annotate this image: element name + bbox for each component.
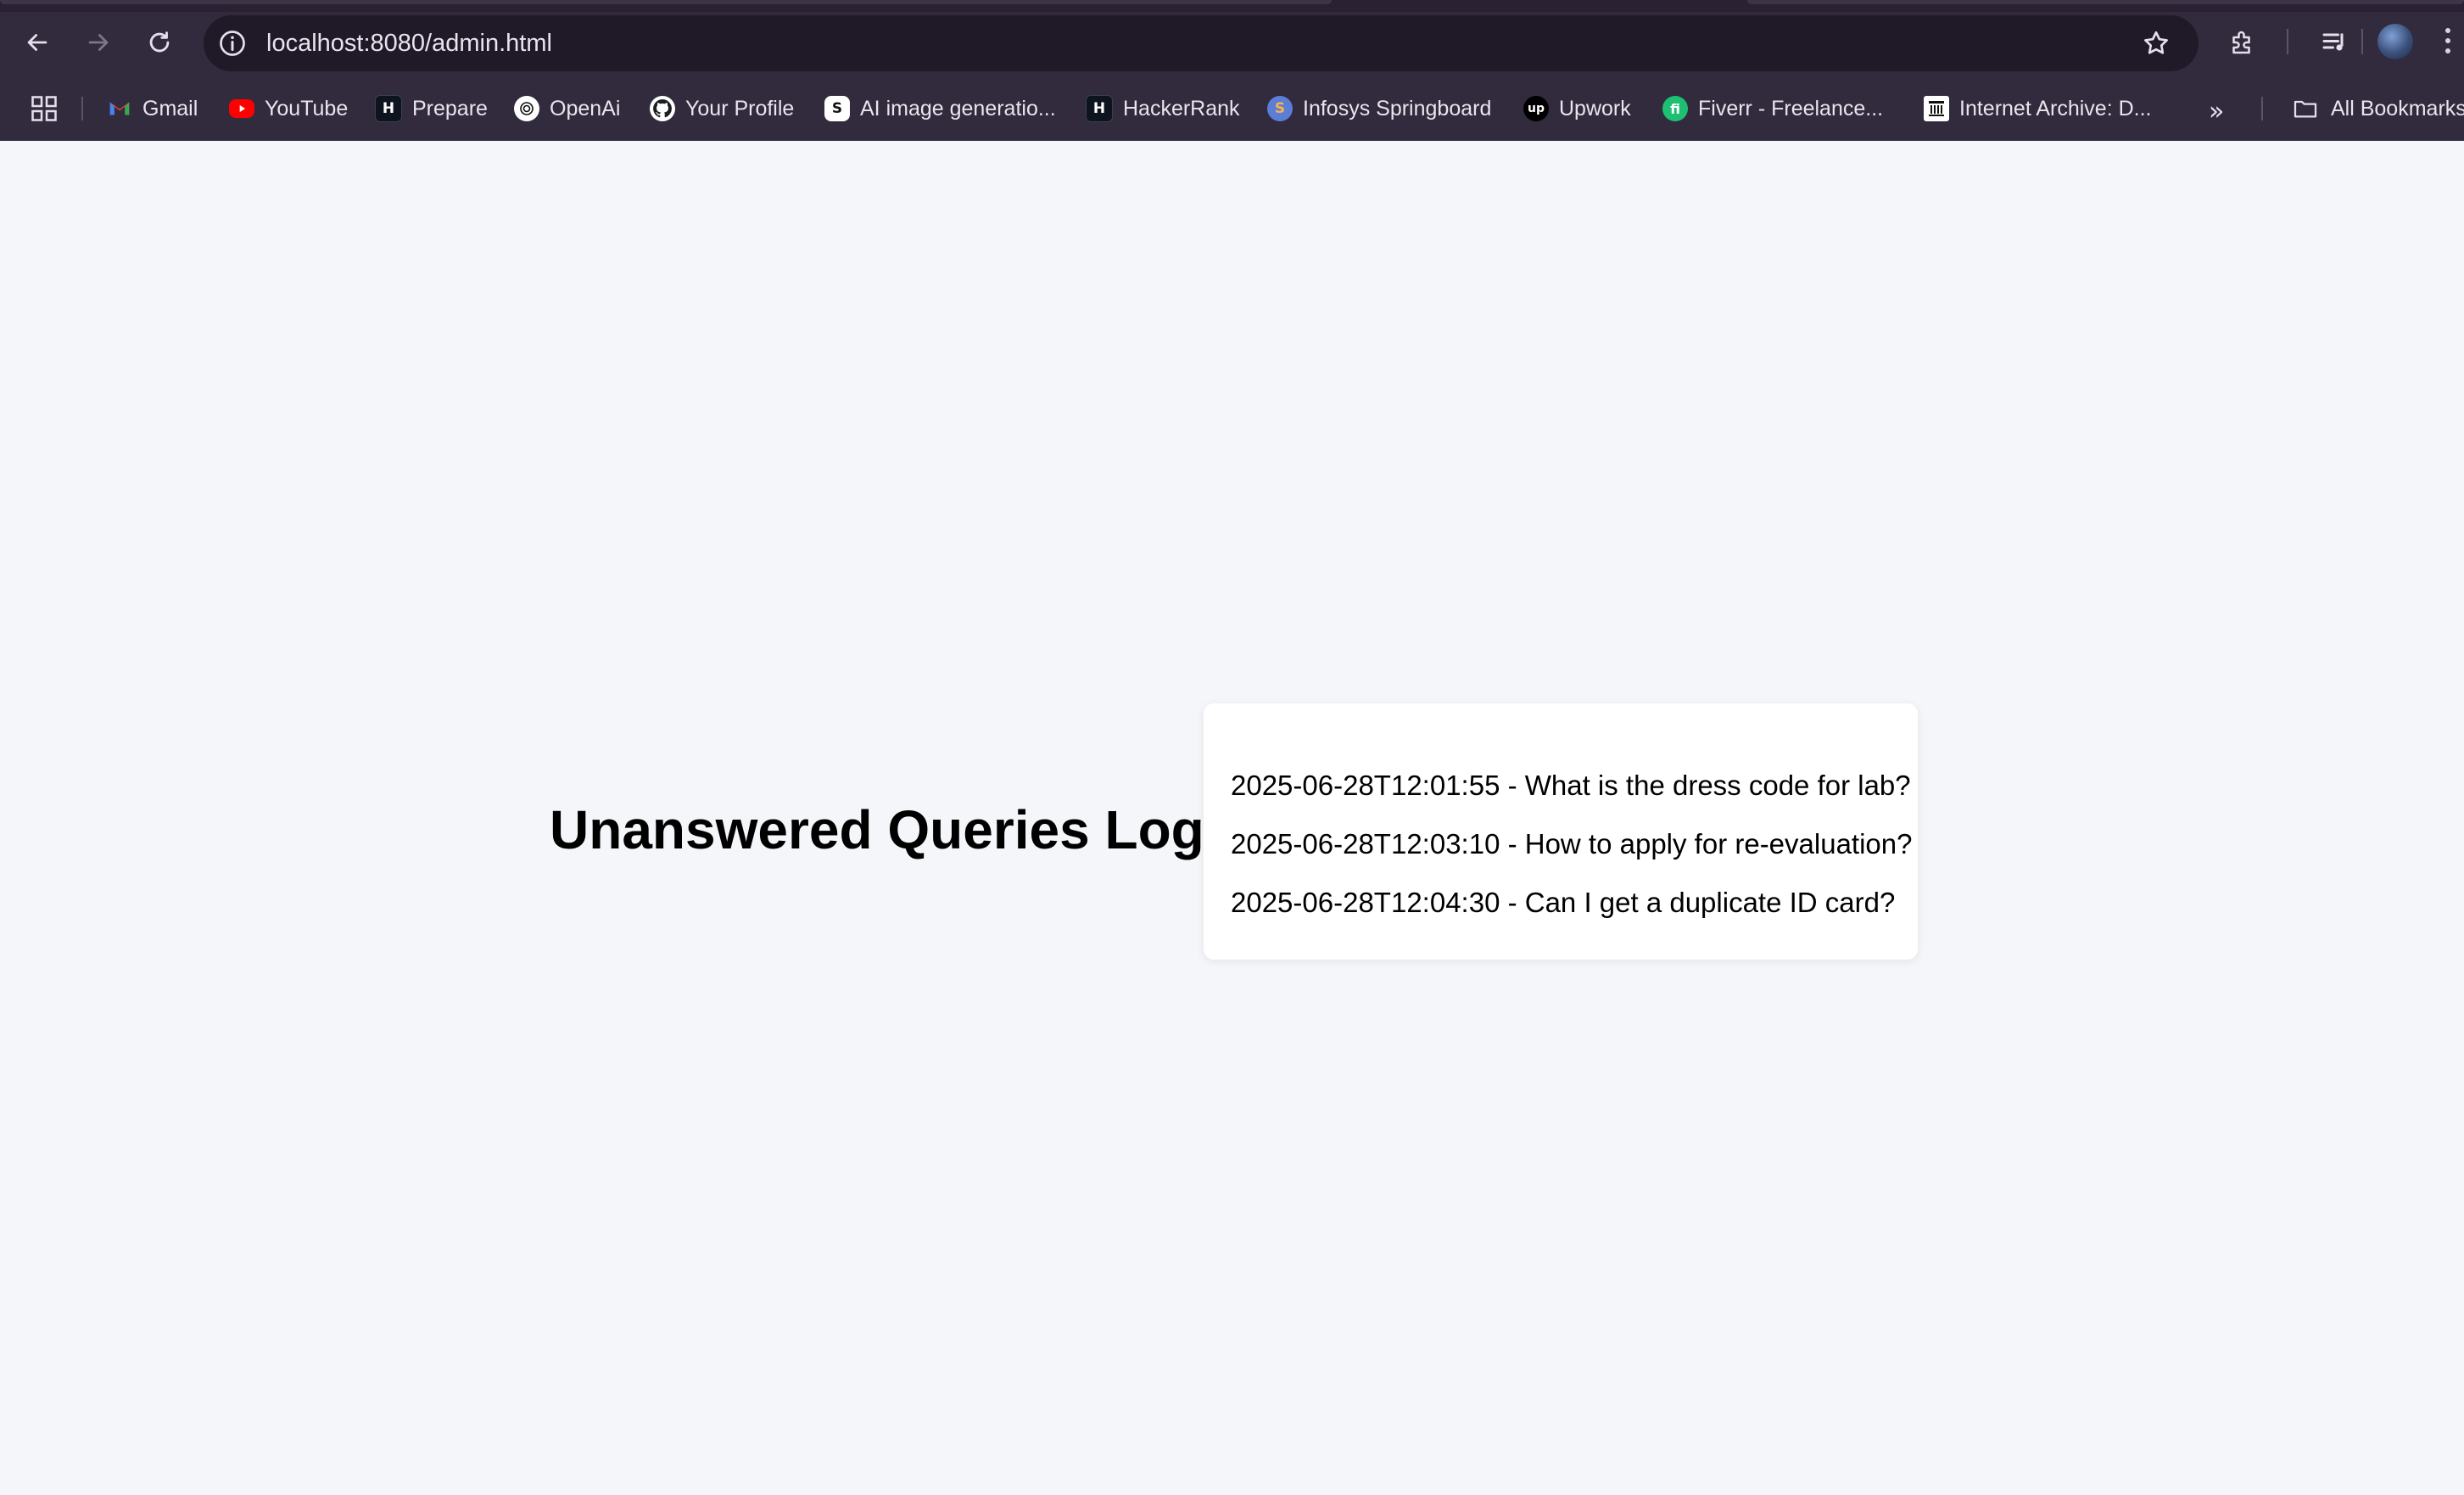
bookmark-label: YouTube (265, 96, 349, 120)
bookmark-label: Infosys Springboard (1303, 96, 1492, 120)
s-logo-icon: S (824, 96, 850, 121)
bookmark-label: Prepare (412, 96, 488, 120)
tab-strip (0, 0, 2464, 12)
media-controls-button[interactable] (2314, 22, 2355, 63)
bookmark-fiverr[interactable]: fi Fiverr - Freelance... (1662, 90, 1883, 127)
forward-button[interactable] (78, 22, 119, 63)
github-icon (650, 96, 675, 121)
hackerrank-icon: H (1086, 95, 1113, 122)
reload-button[interactable] (139, 22, 180, 63)
address-bar[interactable]: localhost:8080/admin.html (204, 15, 2199, 71)
query-log-entry: 2025-06-28T12:03:10 - How to apply for r… (1231, 828, 1913, 859)
bookmark-label: Gmail (142, 96, 198, 120)
bookmarks-divider (81, 97, 83, 120)
query-log-entry: 2025-06-28T12:04:30 - Can I get a duplic… (1231, 887, 1896, 918)
gmail-icon (107, 96, 132, 121)
upwork-icon: up (1523, 96, 1549, 121)
infosys-springboard-icon: S (1267, 96, 1293, 121)
bookmark-infosys-springboard[interactable]: S Infosys Springboard (1267, 90, 1491, 127)
puzzle-icon (2232, 31, 2250, 54)
queries-list: 2025-06-28T12:01:55 - What is the dress … (1231, 756, 1918, 932)
bookmark-gmail[interactable]: Gmail (107, 90, 198, 127)
more-bookmarks-button[interactable]: » (2209, 97, 2224, 126)
profile-avatar[interactable] (2377, 24, 2413, 59)
bookmark-label: HackerRank (1123, 96, 1240, 120)
bookmark-your-profile[interactable]: Your Profile (650, 90, 794, 127)
bookmark-prepare[interactable]: H Prepare (375, 90, 488, 127)
back-arrow-icon (27, 34, 47, 51)
tab-inactive-indicator (1747, 0, 2464, 4)
bookmarks-bar: Gmail YouTube H Prepare OpenAi Your Prof… (0, 81, 2464, 136)
bookmark-youtube[interactable]: YouTube (229, 90, 348, 127)
folder-icon (2294, 100, 2317, 118)
bookmark-label: AI image generatio... (860, 96, 1056, 120)
bookmark-ai-image-generation[interactable]: S AI image generatio... (824, 90, 1056, 127)
bookmark-label: Your Profile (685, 96, 795, 120)
openai-icon (514, 96, 539, 121)
apps-grid-icon[interactable] (29, 93, 59, 124)
bookmark-star-icon[interactable] (2141, 28, 2171, 59)
all-bookmarks-label: All Bookmarks (2331, 96, 2464, 120)
back-button[interactable] (17, 22, 58, 63)
bookmark-hackerrank[interactable]: H HackerRank (1086, 90, 1240, 127)
queries-log-card: 2025-06-28T12:01:55 - What is the dress … (1204, 703, 1918, 960)
bookmark-label: OpenAi (550, 96, 621, 120)
site-info-icon[interactable] (217, 28, 248, 59)
url-text[interactable]: localhost:8080/admin.html (266, 15, 552, 71)
bookmark-upwork[interactable]: up Upwork (1523, 90, 1631, 127)
reload-icon (149, 31, 170, 53)
page-title: Unanswered Queries Log (550, 799, 1204, 860)
toolbar-divider (2361, 29, 2363, 54)
bookmarks-divider (2261, 97, 2263, 120)
bookmark-label: Fiverr - Freelance... (1698, 96, 1884, 120)
bookmark-openai[interactable]: OpenAi (514, 90, 620, 127)
all-bookmarks-button[interactable]: All Bookmarks (2292, 90, 2464, 127)
tab-active-indicator (0, 0, 1332, 4)
fiverr-icon: fi (1662, 96, 1688, 121)
toolbar-divider (2287, 29, 2288, 54)
bookmark-label: Internet Archive: D... (1959, 96, 2152, 120)
playlist-icon (2322, 33, 2344, 51)
browser-menu-button[interactable] (2443, 25, 2453, 59)
hackerrank-icon: H (375, 95, 402, 122)
bookmark-label: Upwork (1559, 96, 1631, 120)
extensions-button[interactable] (2222, 22, 2263, 63)
query-log-entry: 2025-06-28T12:01:55 - What is the dress … (1231, 770, 1911, 801)
youtube-icon (229, 99, 254, 118)
internet-archive-icon (1924, 96, 1949, 121)
bookmark-internet-archive[interactable]: Internet Archive: D... (1924, 90, 2152, 127)
browser-chrome: localhost:8080/admin.html Gmail YouTube … (0, 0, 2464, 141)
forward-arrow-icon (88, 34, 109, 51)
